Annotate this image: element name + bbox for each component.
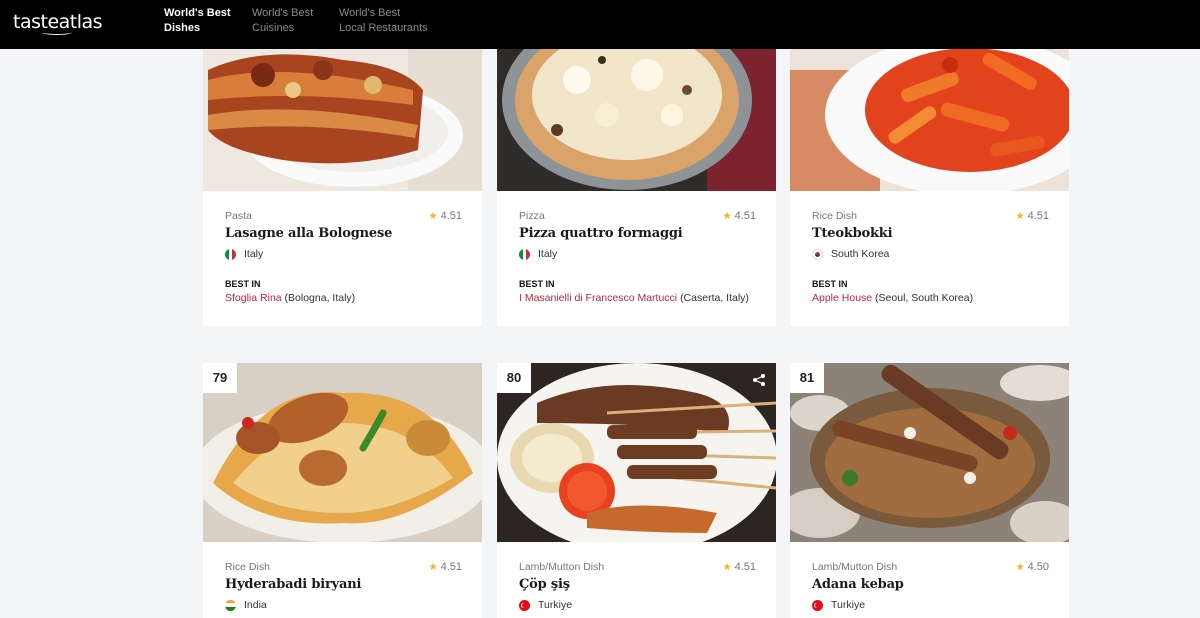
best-in-location: (Caserta, Italy) (680, 292, 749, 304)
dish-category: Rice Dish (225, 561, 270, 573)
dish-rating: ★ 4.51 (723, 561, 756, 573)
dish-country[interactable]: India (225, 599, 462, 611)
dish-photo-cop-sis[interactable] (497, 363, 776, 542)
italy-flag-icon (225, 248, 236, 260)
dish-card[interactable]: Pasta ★ 4.51 Lasagne alla Bolognese Italy… (203, 20, 482, 326)
dish-category: Pizza (519, 210, 545, 222)
dish-info: Lamb/Mutton Dish ★ 4.51 Çöp şiş Turkiye (519, 561, 756, 611)
turkiye-flag-icon (812, 599, 823, 611)
best-in-location: (Bologna, Italy) (284, 292, 356, 304)
rank-badge: 80 (497, 363, 531, 393)
south-korea-flag-icon (812, 248, 823, 260)
country-name: Italy (538, 248, 558, 260)
best-in-restaurant-link[interactable]: Sfoglia Rina (225, 292, 282, 304)
dish-category: Pasta (225, 210, 252, 222)
dish-rating: ★ 4.50 (1016, 561, 1049, 573)
country-name: Italy (244, 248, 264, 260)
best-in-location: (Seoul, South Korea) (875, 292, 974, 304)
dish-card[interactable]: Pizza ★ 4.51 Pizza quattro formaggi Italy… (497, 20, 776, 326)
dish-rating: ★ 4.51 (1016, 210, 1049, 222)
nav-worlds-best-cuisines[interactable]: World's Best Cuisines (252, 6, 313, 36)
tasteatlas-logo[interactable]: tasteatlas (13, 11, 103, 35)
dish-category: Lamb/Mutton Dish (519, 561, 605, 573)
country-name: South Korea (831, 248, 890, 260)
nav-worlds-best-dishes[interactable]: World's Best Dishes (164, 6, 231, 36)
best-in-line: Sfoglia Rina (Bologna, Italy) (225, 292, 462, 304)
rating-value: 4.51 (1027, 210, 1049, 222)
star-icon: ★ (1015, 211, 1025, 222)
nav-label-line2: Dishes (164, 22, 201, 34)
dish-name[interactable]: Tteokbokki (812, 226, 1049, 241)
dish-info: Pizza ★ 4.51 Pizza quattro formaggi Italy… (519, 210, 756, 304)
dish-country[interactable]: South Korea (812, 248, 1049, 260)
nav-label-line1: World's Best (252, 7, 314, 19)
dish-name[interactable]: Adana kebap (812, 577, 1049, 592)
top-navigation-bar: tasteatlas World's Best Dishes World's B… (0, 0, 1200, 49)
dish-rating: ★ 4.51 (723, 210, 756, 222)
dish-country[interactable]: Italy (225, 248, 462, 260)
dish-photo-adana-kebap[interactable] (790, 363, 1069, 542)
italy-flag-icon (519, 248, 530, 260)
india-flag-icon (225, 599, 236, 611)
nav-label-line2: Cuisines (252, 22, 295, 34)
dish-name[interactable]: Çöp şiş (519, 577, 756, 592)
best-in-label: BEST IN (225, 279, 261, 289)
best-in-restaurant-link[interactable]: I Masanielli di Francesco Martucci (519, 292, 677, 304)
rating-value: 4.50 (1027, 561, 1049, 573)
star-icon: ★ (428, 562, 438, 573)
dish-card[interactable]: 79 Rice Dish ★ 4.51 Hyderabadi biryani In… (203, 363, 482, 618)
rating-value: 4.51 (440, 210, 462, 222)
nav-label-line2: Local Restaurants (339, 22, 428, 34)
best-in-label: BEST IN (812, 279, 848, 289)
dish-rating: ★ 4.51 (429, 561, 462, 573)
dish-info: Lamb/Mutton Dish ★ 4.50 Adana kebap Turki… (812, 561, 1049, 611)
dish-info: Pasta ★ 4.51 Lasagne alla Bolognese Italy… (225, 210, 462, 304)
dish-name[interactable]: Lasagne alla Bolognese (225, 226, 462, 241)
star-icon: ★ (722, 211, 732, 222)
country-name: India (244, 599, 267, 611)
nav-label-line1: World's Best (339, 7, 401, 19)
rank-badge: 81 (790, 363, 824, 393)
dish-card[interactable]: Rice Dish ★ 4.51 Tteokbokki South Korea B… (790, 20, 1069, 326)
dish-name[interactable]: Hyderabadi biryani (225, 577, 462, 592)
dish-card[interactable]: 81 Lamb/Mutton Dish ★ 4.50 Adana kebap Tu… (790, 363, 1069, 618)
best-in-label: BEST IN (519, 279, 555, 289)
star-icon: ★ (722, 562, 732, 573)
dish-card[interactable]: 80 Lamb/Mutton Dish ★ 4.51 Çöp şiş Turkiy… (497, 363, 776, 618)
dish-country[interactable]: Turkiye (519, 599, 756, 611)
dish-rating: ★ 4.51 (429, 210, 462, 222)
best-in-restaurant-link[interactable]: Apple House (812, 292, 872, 304)
country-name: Turkiye (831, 599, 866, 611)
turkiye-flag-icon (519, 599, 530, 611)
best-in-line: Apple House (Seoul, South Korea) (812, 292, 1049, 304)
share-icon[interactable] (752, 373, 766, 387)
dish-country[interactable]: Turkiye (812, 599, 1049, 611)
star-icon: ★ (1015, 562, 1025, 573)
dish-category: Lamb/Mutton Dish (812, 561, 898, 573)
nav-worlds-best-local-restaurants[interactable]: World's Best Local Restaurants (339, 6, 428, 36)
rank-badge: 79 (203, 363, 237, 393)
rating-value: 4.51 (734, 210, 756, 222)
dish-info: Rice Dish ★ 4.51 Tteokbokki South Korea B… (812, 210, 1049, 304)
dish-info: Rice Dish ★ 4.51 Hyderabadi biryani India (225, 561, 462, 611)
star-icon: ★ (428, 211, 438, 222)
country-name: Turkiye (538, 599, 573, 611)
dish-photo-hyderabadi-biryani[interactable] (203, 363, 482, 542)
dish-name[interactable]: Pizza quattro formaggi (519, 226, 756, 241)
logo-swoosh-icon (42, 30, 72, 35)
best-in-line: I Masanielli di Francesco Martucci (Case… (519, 292, 756, 304)
nav-label-line1: World's Best (164, 7, 231, 19)
rating-value: 4.51 (440, 561, 462, 573)
dish-category: Rice Dish (812, 210, 857, 222)
dish-country[interactable]: Italy (519, 248, 756, 260)
rating-value: 4.51 (734, 561, 756, 573)
